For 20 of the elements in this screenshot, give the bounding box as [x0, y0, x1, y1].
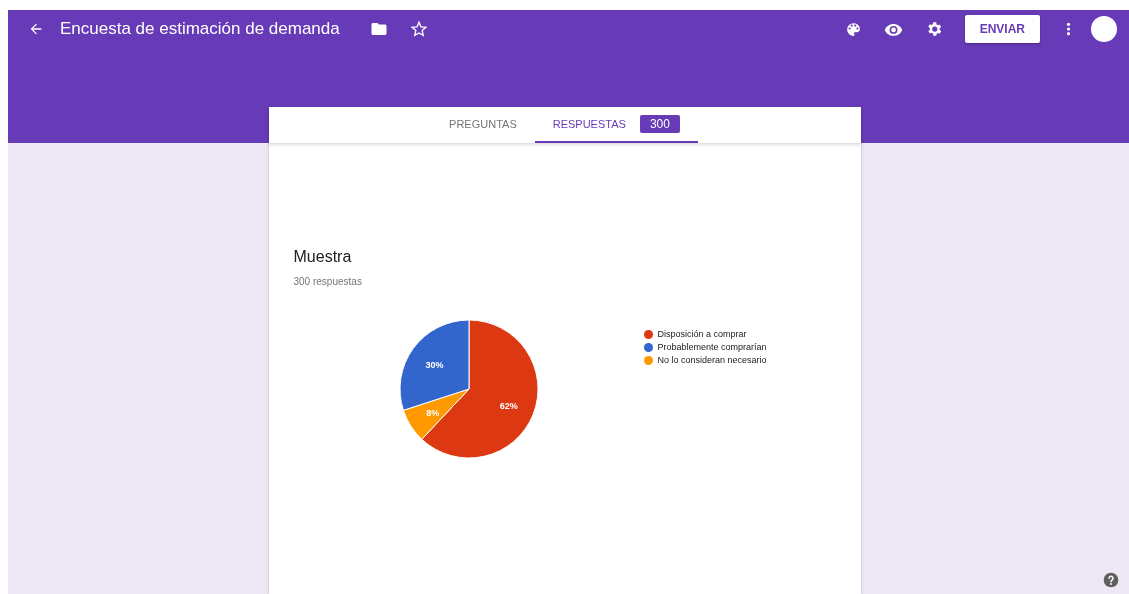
avatar[interactable] — [1091, 16, 1117, 42]
send-button[interactable]: ENVIAR — [964, 15, 1040, 43]
legend-label: No lo consideran necesario — [657, 355, 767, 365]
folder-icon[interactable] — [369, 20, 388, 38]
help-icon[interactable] — [1103, 572, 1119, 588]
tab[interactable]: RESPUESTAS 300 — [534, 107, 698, 143]
legend-label: Probablemente comprarían — [657, 342, 767, 352]
more-options-icon[interactable] — [1066, 22, 1071, 36]
form-title: Encuesta de estimación de demanda — [60, 19, 340, 39]
response-count: 300 respuestas — [293, 276, 363, 287]
slice-label: 8% — [425, 407, 439, 418]
star-icon[interactable] — [409, 20, 428, 38]
back-arrow-icon[interactable] — [28, 21, 44, 37]
response-count-badge: 300 — [639, 115, 680, 133]
question-title: Muestra — [293, 248, 353, 266]
legend-label: Disposición a comprar — [657, 329, 747, 339]
palette-icon[interactable] — [844, 20, 862, 38]
tab[interactable]: PREGUNTAS — [431, 107, 535, 143]
slice-label: 30% — [424, 359, 443, 370]
slice-label: 62% — [499, 400, 518, 411]
